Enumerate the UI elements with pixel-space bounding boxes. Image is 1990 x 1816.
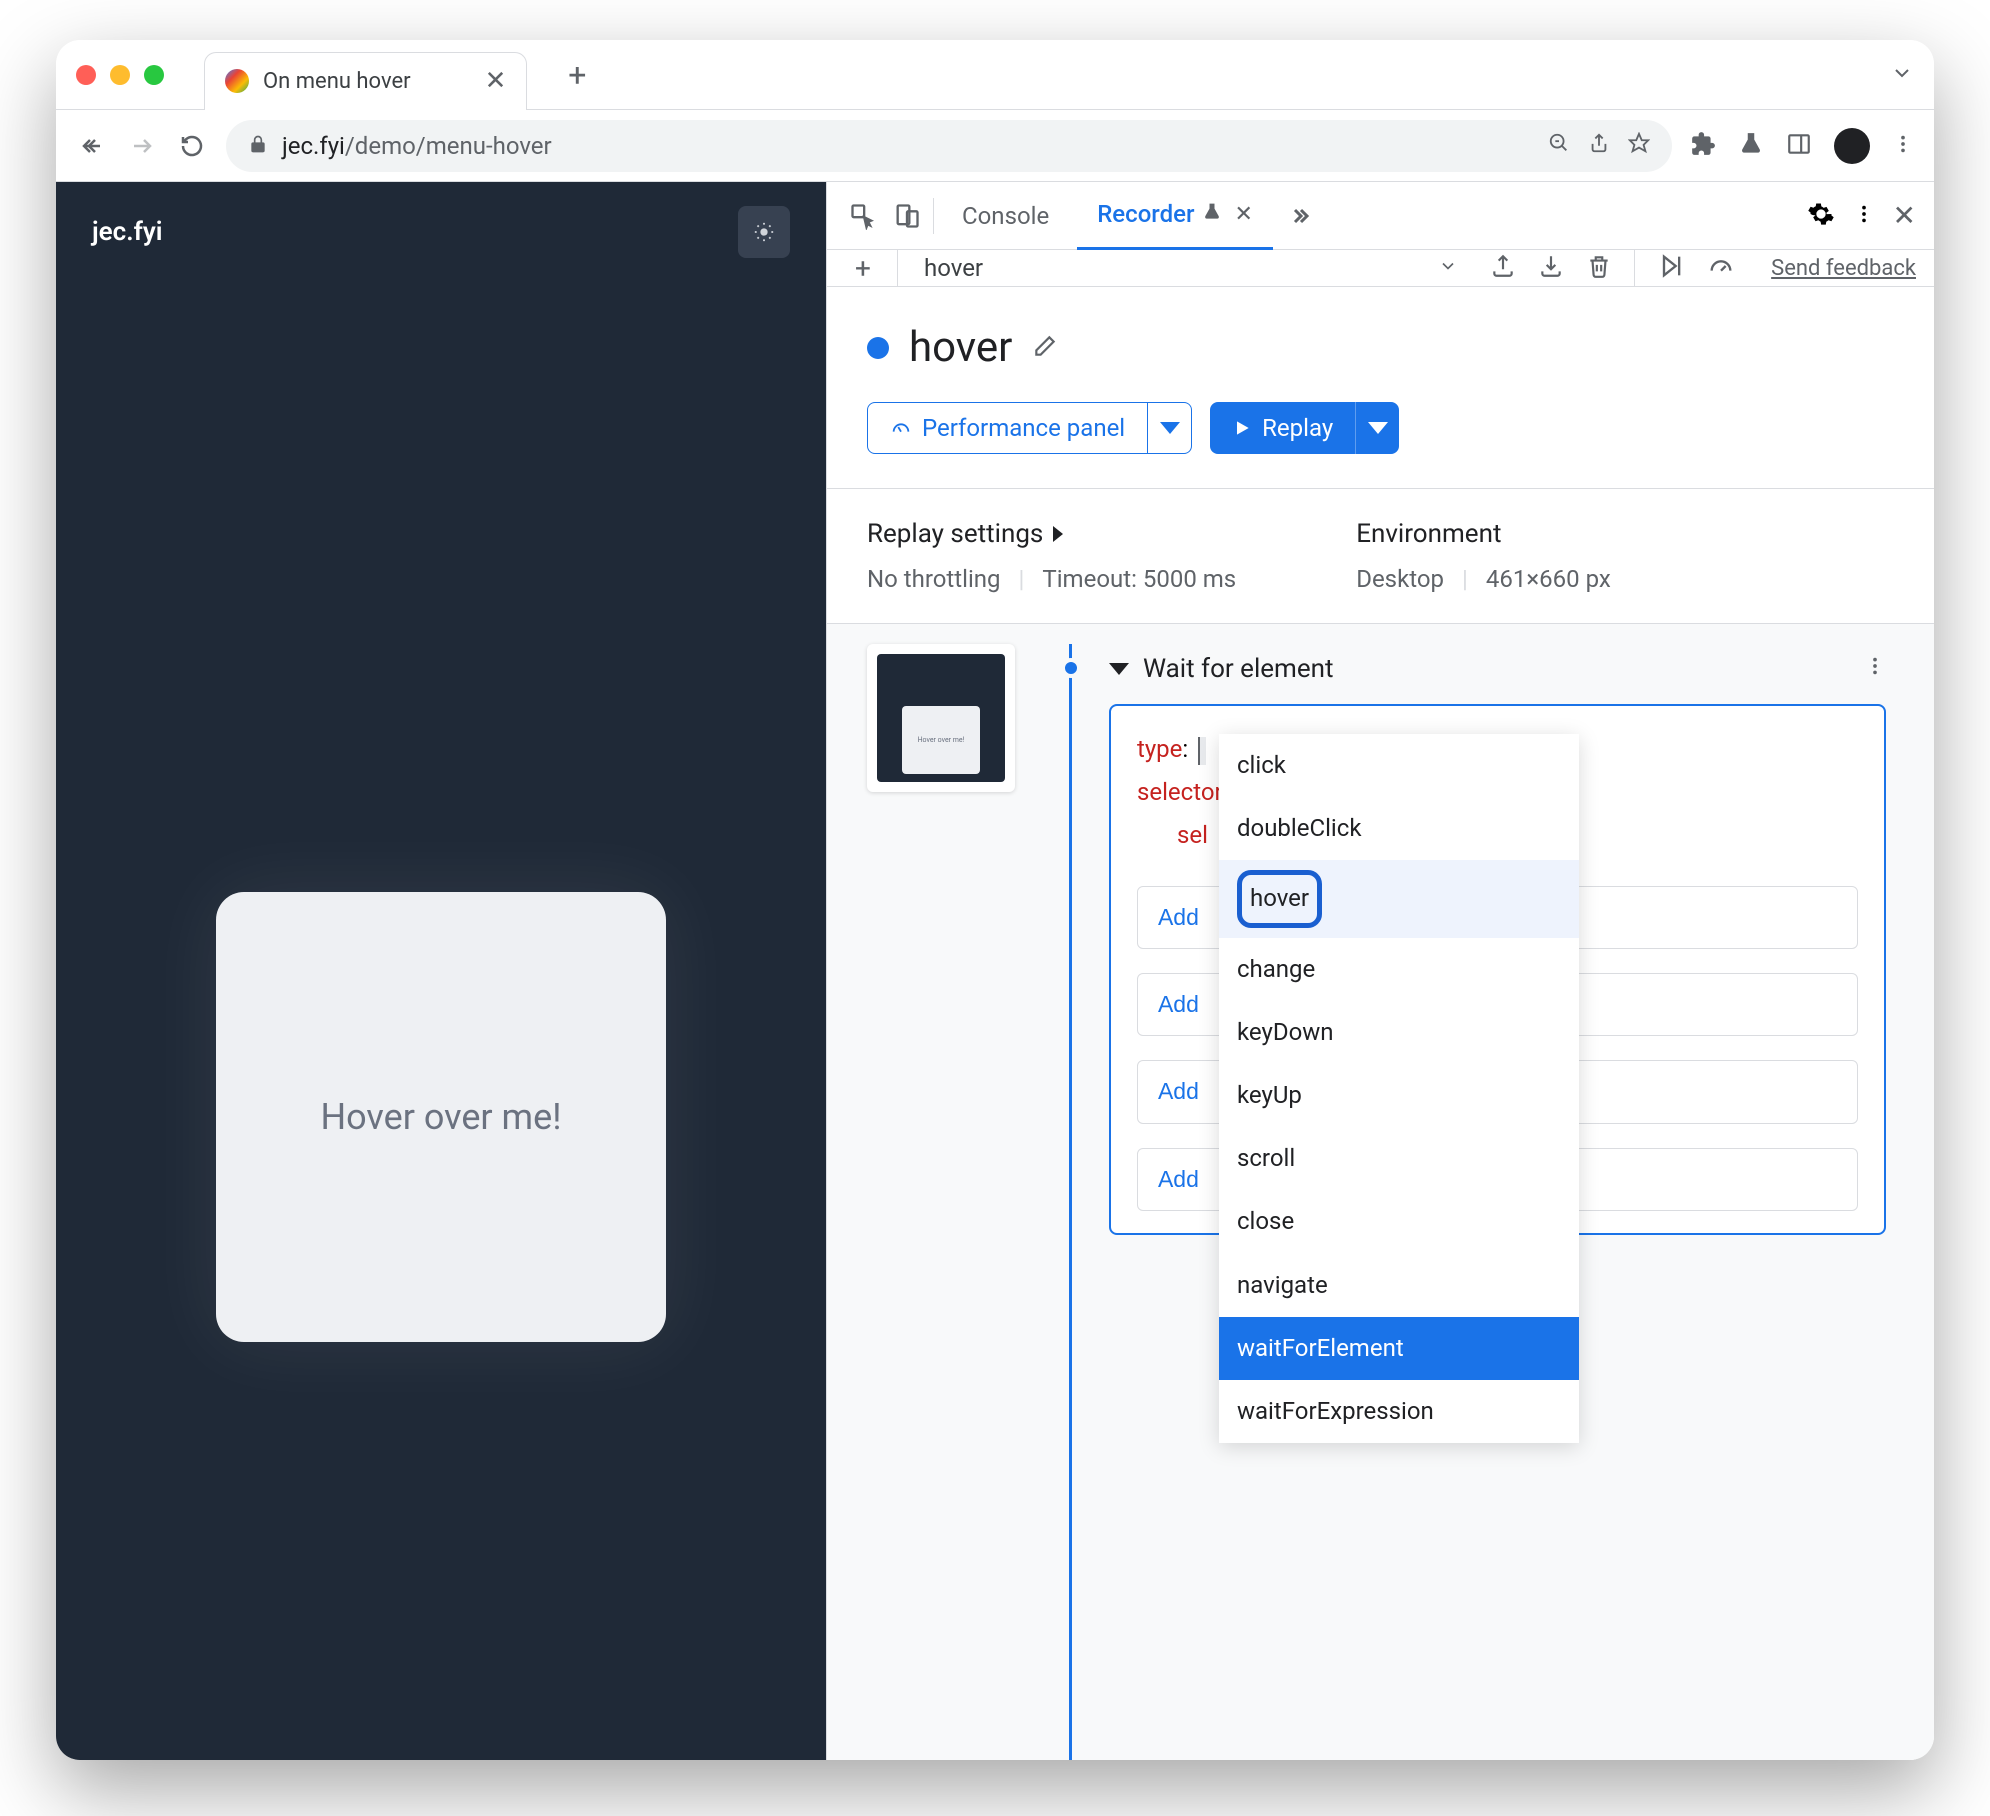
devtools-panel: Console Recorder✕ ✕ + hover bbox=[826, 182, 1934, 1760]
kebab-icon[interactable] bbox=[1853, 203, 1875, 229]
export-icon[interactable] bbox=[1490, 253, 1516, 283]
back-button[interactable] bbox=[76, 130, 108, 162]
tab-title: On menu hover bbox=[263, 69, 411, 94]
url-text: jec.fyi/demo/menu-hover bbox=[282, 132, 1534, 160]
close-devtools-icon[interactable]: ✕ bbox=[1893, 199, 1916, 232]
performance-panel-button[interactable]: Performance panel bbox=[867, 402, 1148, 454]
reload-button[interactable] bbox=[176, 130, 208, 162]
devtools-tabs: Console Recorder✕ ✕ bbox=[827, 182, 1934, 250]
tab-console[interactable]: Console bbox=[942, 182, 1069, 250]
delete-icon[interactable] bbox=[1586, 253, 1612, 283]
recording-indicator-icon bbox=[867, 337, 889, 359]
browser-toolbar: jec.fyi/demo/menu-hover bbox=[56, 110, 1934, 182]
timeline-dot-icon bbox=[1061, 658, 1081, 678]
settings-section: Replay settings No throttling | Timeout:… bbox=[827, 488, 1934, 624]
edit-icon[interactable] bbox=[1032, 333, 1058, 363]
zoom-icon[interactable] bbox=[1548, 132, 1570, 160]
inspect-icon[interactable] bbox=[845, 198, 881, 234]
maximize-window-button[interactable] bbox=[144, 65, 164, 85]
close-window-button[interactable] bbox=[76, 65, 96, 85]
extensions-icon[interactable] bbox=[1690, 131, 1716, 161]
flask-icon bbox=[1202, 200, 1222, 228]
site-title: jec.fyi bbox=[92, 217, 162, 247]
dropdown-item-click[interactable]: click bbox=[1219, 734, 1579, 797]
hover-card-text: Hover over me! bbox=[320, 1096, 561, 1138]
hover-card[interactable]: Hover over me! bbox=[216, 892, 666, 1342]
window-controls bbox=[76, 65, 164, 85]
throttling-value: No throttling bbox=[867, 565, 1001, 593]
settings-icon[interactable] bbox=[1807, 200, 1835, 232]
lock-icon bbox=[248, 132, 268, 160]
feedback-link[interactable]: Send feedback bbox=[1771, 256, 1916, 281]
new-tab-button[interactable]: + bbox=[557, 55, 597, 95]
address-bar[interactable]: jec.fyi/demo/menu-hover bbox=[226, 120, 1672, 172]
recorder-toolbar: + hover Send feedback bbox=[827, 250, 1934, 287]
dropdown-item-scroll[interactable]: scroll bbox=[1219, 1127, 1579, 1190]
step-editor[interactable]: type: selectors sel Add Add Add Add clic… bbox=[1109, 704, 1886, 1235]
timeout-value: Timeout: 5000 ms bbox=[1042, 565, 1236, 593]
step-over-icon[interactable] bbox=[1657, 252, 1685, 284]
device-value: Desktop bbox=[1356, 565, 1444, 593]
environment-title: Environment bbox=[1356, 519, 1611, 549]
sidepanel-icon[interactable] bbox=[1786, 131, 1812, 161]
steps-area: Hover over me! Wait for element type: se… bbox=[827, 624, 1934, 1760]
dropdown-item-keydown[interactable]: keyDown bbox=[1219, 1001, 1579, 1064]
type-dropdown: click doubleClick hover change keyDown k… bbox=[1219, 734, 1579, 1443]
recording-header: hover bbox=[827, 287, 1934, 402]
minimize-window-button[interactable] bbox=[110, 65, 130, 85]
dropdown-item-waitforelement[interactable]: waitForElement bbox=[1219, 1317, 1579, 1380]
recording-name[interactable]: hover bbox=[914, 254, 1438, 282]
dropdown-item-doubleclick[interactable]: doubleClick bbox=[1219, 797, 1579, 860]
new-recording-button[interactable]: + bbox=[845, 250, 881, 286]
dropdown-item-navigate[interactable]: navigate bbox=[1219, 1254, 1579, 1317]
slow-replay-icon[interactable] bbox=[1707, 252, 1735, 284]
recording-title: hover bbox=[909, 323, 1012, 372]
step-menu-icon[interactable] bbox=[1864, 654, 1886, 684]
dropdown-item-change[interactable]: change bbox=[1219, 938, 1579, 1001]
dropdown-item-hover[interactable]: hover bbox=[1219, 860, 1579, 937]
titlebar: On menu hover ✕ + bbox=[56, 40, 1934, 110]
tab-close-icon[interactable]: ✕ bbox=[485, 66, 507, 96]
performance-dropdown-button[interactable] bbox=[1148, 402, 1192, 454]
theme-toggle-button[interactable] bbox=[738, 206, 790, 258]
dropdown-item-waitforexpression[interactable]: waitForExpression bbox=[1219, 1380, 1579, 1443]
tabs-dropdown-icon[interactable] bbox=[1890, 61, 1914, 89]
favicon-icon bbox=[225, 69, 249, 93]
menu-icon[interactable] bbox=[1892, 133, 1914, 159]
share-icon[interactable] bbox=[1588, 132, 1610, 160]
step-wait-for-element: Wait for element type: selectors sel Add… bbox=[1059, 644, 1886, 1235]
profile-avatar[interactable] bbox=[1834, 128, 1870, 164]
replay-dropdown-button[interactable] bbox=[1355, 402, 1399, 454]
dropdown-item-close[interactable]: close bbox=[1219, 1190, 1579, 1253]
browser-window: On menu hover ✕ + jec.fyi/demo/menu-hove… bbox=[56, 40, 1934, 1760]
bookmark-icon[interactable] bbox=[1628, 132, 1650, 160]
dimensions-value: 461×660 px bbox=[1486, 565, 1611, 593]
replay-settings-title[interactable]: Replay settings bbox=[867, 519, 1236, 549]
more-tabs-icon[interactable] bbox=[1281, 198, 1317, 234]
step-header[interactable]: Wait for element bbox=[1109, 644, 1886, 694]
replay-button[interactable]: Replay bbox=[1210, 402, 1355, 454]
recording-dropdown-icon[interactable] bbox=[1438, 256, 1458, 280]
step-thumbnail[interactable]: Hover over me! bbox=[867, 644, 1015, 792]
labs-icon[interactable] bbox=[1738, 131, 1764, 161]
browser-tab[interactable]: On menu hover ✕ bbox=[204, 52, 527, 110]
device-icon[interactable] bbox=[889, 198, 925, 234]
recording-actions: Performance panel Replay bbox=[827, 402, 1934, 488]
dropdown-item-keyup[interactable]: keyUp bbox=[1219, 1064, 1579, 1127]
page-viewport: jec.fyi Hover over me! bbox=[56, 182, 826, 1760]
tab-close-icon[interactable]: ✕ bbox=[1234, 202, 1252, 227]
tab-recorder[interactable]: Recorder✕ bbox=[1077, 182, 1273, 250]
forward-button[interactable] bbox=[126, 130, 158, 162]
import-icon[interactable] bbox=[1538, 253, 1564, 283]
